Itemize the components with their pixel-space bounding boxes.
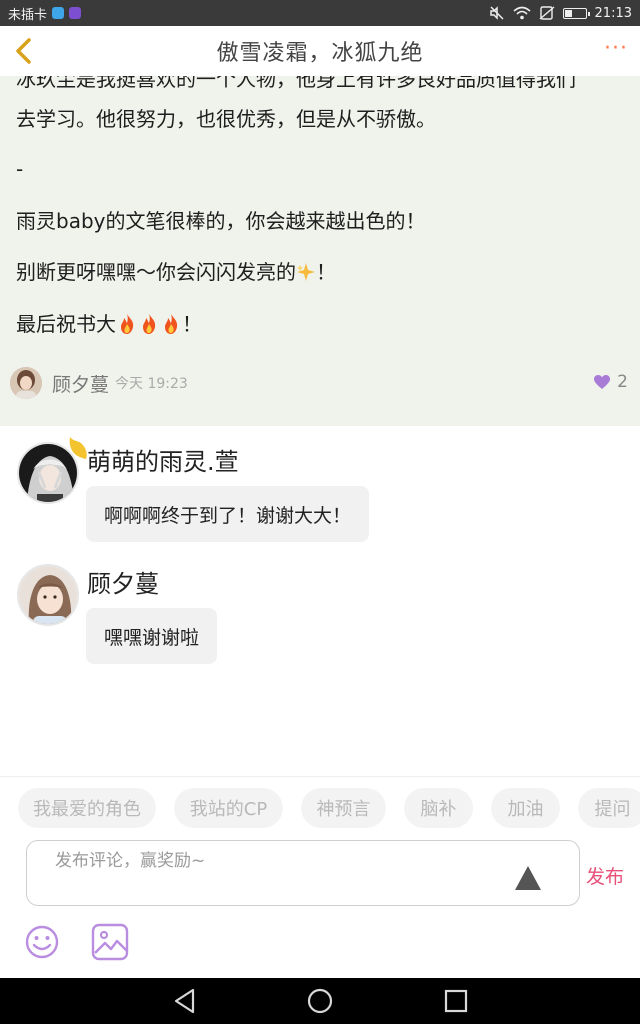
triangle-up-icon bbox=[515, 866, 541, 890]
like-count: 2 bbox=[617, 372, 628, 392]
commenter-name[interactable]: 顾夕蔓 bbox=[87, 564, 159, 599]
chevron-left-icon bbox=[16, 38, 31, 64]
circle-home-icon[interactable] bbox=[307, 988, 333, 1014]
fire-emoji-icon bbox=[165, 314, 178, 334]
square-recent-icon[interactable] bbox=[443, 988, 469, 1014]
quick-tag[interactable]: 神预言 bbox=[301, 788, 386, 828]
avatar[interactable] bbox=[17, 564, 79, 626]
post-line-1: 冰玖尘是我挺喜欢的一个人物，他身上有许多良好品质值得我们 bbox=[16, 76, 576, 91]
emoji-icon[interactable] bbox=[22, 922, 62, 962]
back-button[interactable] bbox=[8, 34, 38, 68]
post-line-6: 最后祝书大 ！ bbox=[16, 309, 202, 339]
system-navigation-bar bbox=[0, 978, 640, 1024]
clock: 21:13 bbox=[594, 5, 632, 21]
quick-tag[interactable]: 脑补 bbox=[404, 788, 473, 828]
avatar[interactable] bbox=[10, 367, 42, 399]
post-line-6-end: ！ bbox=[182, 312, 202, 336]
comment-bubble[interactable]: 啊啊啊终于到了！谢谢大大！ bbox=[86, 486, 370, 542]
avatar-image bbox=[10, 367, 42, 399]
divider bbox=[0, 776, 640, 777]
like-button[interactable]: 2 bbox=[593, 372, 628, 392]
publish-button[interactable]: 发布 bbox=[586, 862, 624, 889]
post-timestamp: 今天 19:23 bbox=[115, 376, 188, 392]
post-line-5-text: 别断更呀嘿嘿～你会闪闪发亮的 bbox=[16, 260, 296, 284]
page-title: 傲雪凌霜，冰狐九绝 bbox=[216, 41, 424, 66]
post-line-4: 雨灵baby的文笔很棒的，你会越来越出色的！ bbox=[16, 209, 426, 233]
mute-icon bbox=[489, 6, 504, 20]
quick-tag[interactable]: 我最爱的角色 bbox=[18, 788, 156, 828]
quick-tag[interactable]: 我站的CP bbox=[174, 788, 283, 828]
post-line-3: - bbox=[16, 157, 24, 181]
quick-tags: 我最爱的角色 我站的CP 神预言 脑补 加油 提问 bbox=[0, 788, 640, 828]
quick-tag[interactable]: 加油 bbox=[491, 788, 560, 828]
post-line-5: 别断更呀嘿嘿～你会闪闪发亮的 ！ bbox=[16, 257, 336, 287]
heart-icon bbox=[594, 375, 611, 389]
battery-icon bbox=[562, 7, 590, 19]
comment-input[interactable] bbox=[55, 847, 495, 875]
status-bar-right: 21:13 bbox=[489, 5, 632, 21]
browser-app-icon bbox=[52, 7, 65, 19]
fire-emoji-icon bbox=[121, 314, 134, 334]
gallery-app-icon bbox=[69, 7, 82, 19]
comment-input-box[interactable] bbox=[26, 840, 580, 906]
commenter-name[interactable]: 萌萌的雨灵.萱 bbox=[87, 442, 239, 477]
image-icon[interactable] bbox=[90, 922, 130, 962]
top-navbar: 傲雪凌霜，冰狐九绝 ··· bbox=[0, 26, 640, 76]
author-name[interactable]: 顾夕蔓 bbox=[52, 370, 109, 397]
status-bar-left: 未插卡 bbox=[8, 4, 82, 23]
carrier-label: 未插卡 bbox=[8, 7, 48, 23]
status-bar: 未插卡 21:13 bbox=[0, 0, 640, 26]
quick-tag[interactable]: 提问 bbox=[578, 788, 640, 828]
post-content: 冰玖尘是我挺喜欢的一个人物，他身上有许多良好品质值得我们 去学习。他很努力，也很… bbox=[0, 76, 640, 426]
post-line-6-text: 最后祝书大 bbox=[16, 312, 116, 336]
post-line-5-end: ！ bbox=[316, 260, 336, 284]
fire-emoji-icon bbox=[143, 314, 156, 334]
sparkle-emoji-icon bbox=[297, 263, 315, 281]
avatar-image bbox=[19, 566, 77, 624]
no-sim-icon bbox=[539, 6, 554, 20]
wifi-icon bbox=[513, 6, 531, 20]
post-line-2: 去学习。他很努力，也很优秀，但是从不骄傲。 bbox=[16, 107, 436, 131]
post-author: 顾夕蔓 今天 19:23 bbox=[10, 366, 188, 400]
triangle-back-icon[interactable] bbox=[172, 988, 198, 1014]
comment-bubble[interactable]: 嘿嘿谢谢啦 bbox=[86, 608, 218, 664]
more-options-button[interactable]: ··· bbox=[604, 36, 628, 61]
